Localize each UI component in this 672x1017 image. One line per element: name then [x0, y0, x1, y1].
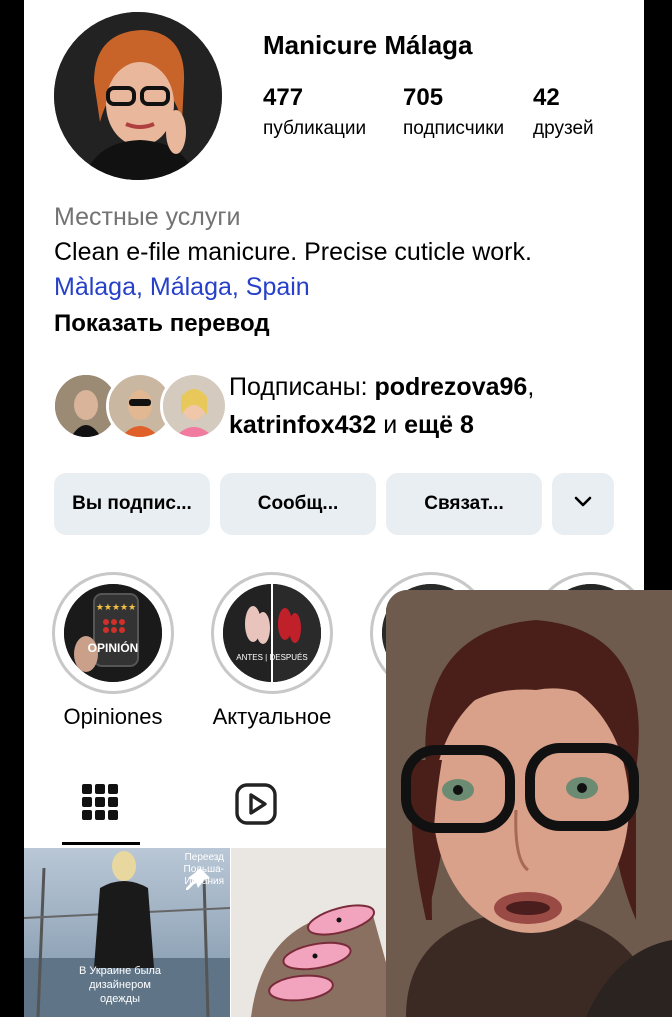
message-button[interactable]: Сообщ...	[220, 473, 376, 535]
highlight-aktualnoe[interactable]: ANTES | DESPUÉS	[211, 572, 333, 694]
profile-avatar[interactable]	[54, 12, 222, 180]
tab-grid[interactable]	[82, 784, 118, 825]
highlight-cover-text: OPINIÓN	[88, 640, 139, 655]
svg-text:★★★★★: ★★★★★	[96, 603, 136, 613]
stat-followers-label: подписчики	[403, 118, 505, 139]
profile-username: Manicure Málaga	[263, 30, 473, 60]
active-tab-indicator	[62, 842, 140, 845]
tab-reels[interactable]	[234, 782, 278, 831]
highlight-cover: ★★★★★ OPINIÓN	[64, 584, 162, 682]
stat-posts[interactable]: 477 публикации	[263, 84, 366, 140]
follower-avatar[interactable]	[160, 372, 228, 440]
highlight-cover: ANTES | DESPUÉS	[223, 584, 321, 682]
followed-by-text[interactable]: Подписаны: podrezova96, katrinfox432 и ещ…	[229, 368, 629, 444]
followed-by-more[interactable]: ещё 8	[404, 411, 474, 439]
stat-posts-value: 477	[263, 84, 304, 111]
stat-friends-value: 42	[533, 84, 560, 111]
post-overlay-bottom: В Украине была дизайнером одежды	[78, 965, 162, 1005]
stat-followers-value: 705	[403, 84, 444, 111]
grid-icon	[82, 784, 118, 824]
profile-bio: Clean e-file manicure. Precise cuticle w…	[54, 238, 532, 266]
followed-by-separator: ,	[527, 373, 535, 401]
highlight-label: Актуальное	[212, 704, 332, 729]
chevron-down-icon	[571, 489, 595, 519]
reels-icon	[234, 783, 278, 830]
followed-by-conjunction: и	[376, 411, 405, 439]
followed-by-prefix: Подписаны:	[229, 373, 375, 401]
stat-friends[interactable]: 42 друзей	[533, 84, 594, 140]
following-button[interactable]: Вы подпис...	[54, 473, 210, 535]
show-translation-link[interactable]: Показать перевод	[54, 310, 270, 338]
highlight-cover-text: ANTES | DESPUÉS	[236, 653, 307, 662]
more-options-button[interactable]	[552, 473, 614, 535]
stat-friends-label: друзей	[533, 118, 594, 139]
followed-by-user[interactable]: katrinfox432	[229, 411, 376, 439]
pin-icon	[184, 866, 212, 899]
highlight-label: Opiniones	[63, 704, 163, 729]
stat-posts-label: публикации	[263, 118, 367, 139]
post-thumbnail[interactable]: Переезд Польша-Испания В Украине была ди…	[24, 848, 230, 1017]
profile-category: Местные услуги	[54, 203, 241, 231]
video-overlay[interactable]	[386, 590, 672, 1017]
stat-followers[interactable]: 705 подписчики	[403, 84, 504, 140]
followed-by-user[interactable]: podrezova96	[374, 373, 527, 401]
contact-button[interactable]: Связат...	[386, 473, 542, 535]
profile-location-link[interactable]: Màlaga, Málaga, Spain	[54, 273, 310, 302]
highlight-opiniones[interactable]: ★★★★★ OPINIÓN	[52, 572, 174, 694]
